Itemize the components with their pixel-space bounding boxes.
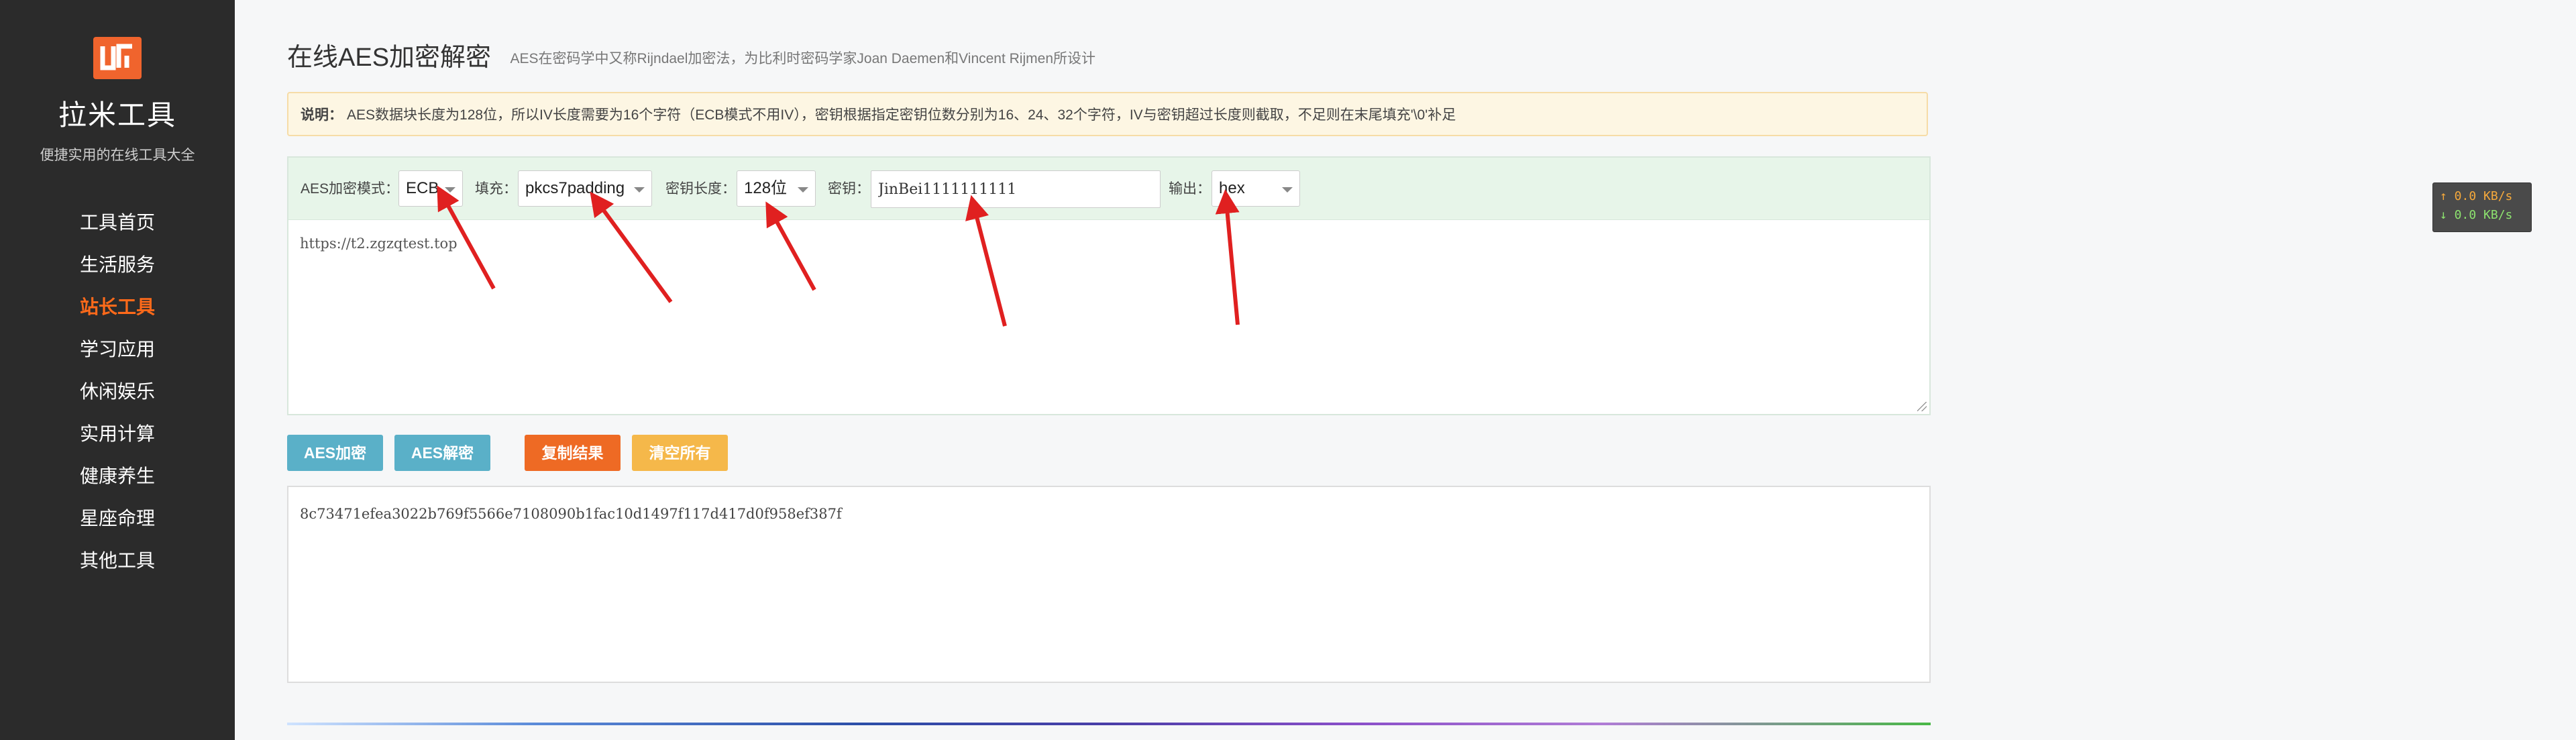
key-input[interactable] — [871, 170, 1161, 208]
chevron-down-icon — [1282, 187, 1293, 193]
nav-item-home[interactable]: 工具首页 — [0, 201, 235, 244]
output-format-label: 输出： — [1169, 181, 1211, 197]
nav-item-calc[interactable]: 实用计算 — [0, 413, 235, 455]
padding-select[interactable]: pkcs7padding — [518, 170, 652, 207]
copy-result-button[interactable]: 复制结果 — [525, 435, 621, 471]
clear-all-button[interactable]: 清空所有 — [632, 435, 728, 471]
gradient-divider — [287, 723, 1931, 725]
network-speed-widget[interactable]: ↑ 0.0 KB/s ↓ 0.0 KB/s — [2432, 182, 2532, 232]
sidebar: 拉米工具 便捷实用的在线工具大全 工具首页 生活服务 站长工具 学习应用 休闲娱… — [0, 0, 235, 740]
padding-select-value: pkcs7padding — [525, 179, 625, 197]
title-row: 在线AES加密解密 AES在密码学中又称Rijndael加密法，为比利时密码学家… — [287, 36, 1095, 73]
keylen-label: 密钥长度： — [665, 181, 736, 197]
notice-text: AES数据块长度为128位，所以IV长度需要为16个字符（ECB模式不用IV），… — [347, 107, 1456, 123]
mode-label: AES加密模式： — [301, 181, 400, 197]
page-title: 在线AES加密解密 — [287, 44, 492, 72]
padding-label: 填充： — [475, 181, 517, 197]
brand-name[interactable]: 拉米工具 — [0, 93, 235, 134]
output-format-value: hex — [1219, 179, 1245, 197]
download-speed: ↓ 0.0 KB/s — [2440, 208, 2513, 222]
options-bar: AES加密模式： ECB 填充： pkcs7padding 密钥长度： 128位… — [288, 158, 1929, 220]
plaintext-input[interactable]: https://t2.zgzqtest.top — [288, 219, 1929, 414]
brand-logo-icon[interactable] — [93, 37, 142, 79]
output-format-select[interactable]: hex — [1212, 170, 1300, 207]
keylen-select-value: 128位 — [744, 179, 788, 197]
mode-select[interactable]: ECB — [398, 170, 463, 207]
brand-slogan: 便捷实用的在线工具大全 — [40, 148, 195, 163]
chevron-down-icon — [798, 187, 808, 193]
nav-item-astro[interactable]: 星座命理 — [0, 497, 235, 539]
notice-label: 说明： — [301, 107, 343, 123]
key-label: 密钥： — [828, 181, 870, 197]
chevron-down-icon — [445, 187, 455, 193]
sidebar-nav: 工具首页 生活服务 站长工具 学习应用 休闲娱乐 实用计算 健康养生 星座命理 … — [0, 201, 235, 582]
aes-decrypt-button[interactable]: AES解密 — [394, 435, 490, 471]
page-subtitle: AES在密码学中又称Rijndael加密法，为比利时密码学家Joan Daeme… — [510, 51, 1096, 66]
keylen-select[interactable]: 128位 — [737, 170, 816, 207]
notice-box: 说明： AES数据块长度为128位，所以IV长度需要为16个字符（ECB模式不用I… — [287, 92, 1928, 136]
nav-item-leisure[interactable]: 休闲娱乐 — [0, 370, 235, 413]
nav-item-health[interactable]: 健康养生 — [0, 455, 235, 497]
nav-item-life[interactable]: 生活服务 — [0, 244, 235, 286]
nav-item-study[interactable]: 学习应用 — [0, 328, 235, 370]
upload-speed: ↑ 0.0 KB/s — [2440, 189, 2513, 203]
nav-item-webmaster[interactable]: 站长工具 — [0, 286, 235, 328]
chevron-down-icon — [634, 187, 645, 193]
resize-handle-icon[interactable] — [1917, 402, 1927, 411]
aes-encrypt-button[interactable]: AES加密 — [287, 435, 383, 471]
input-panel: AES加密模式： ECB 填充： pkcs7padding 密钥长度： 128位… — [287, 156, 1931, 415]
mode-select-value: ECB — [406, 179, 439, 197]
result-output[interactable]: 8c73471efea3022b769f5566e7108090b1fac10d… — [287, 486, 1931, 683]
nav-item-other[interactable]: 其他工具 — [0, 539, 235, 582]
